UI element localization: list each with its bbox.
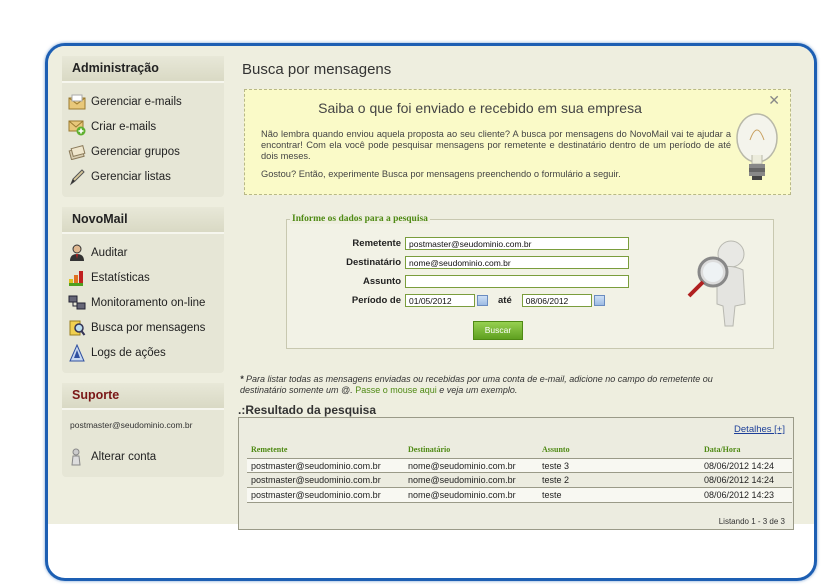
sidebar-item-label: Monitoramento on-line — [91, 296, 206, 309]
novomail-panel: NovoMail Auditar Estatísticas Monitorame… — [62, 207, 224, 373]
search-form: Informe os dados para a pesquisa Remeten… — [286, 214, 774, 349]
cell-destinatario: nome@seudominio.com.br — [408, 490, 516, 500]
support-email: postmaster@seudominio.com.br — [70, 420, 193, 430]
cell-data-hora: 08/06/2012 14:23 — [704, 490, 775, 500]
search-messages-icon — [68, 319, 86, 337]
column-header-destinatario[interactable]: Destinatário — [408, 445, 450, 454]
sidebar-item-label: Estatísticas — [91, 271, 150, 284]
sidebar-item-label: Gerenciar listas — [91, 170, 171, 183]
results-table: Detalhes [+] Remetente Destinatário Assu… — [238, 417, 794, 530]
results-rows: postmaster@seudominio.com.br nome@seudom… — [247, 458, 792, 503]
table-row[interactable]: postmaster@seudominio.com.br nome@seudom… — [247, 458, 792, 473]
assunto-label: Assunto — [363, 276, 401, 287]
cell-assunto: teste 3 — [542, 460, 570, 471]
search-button[interactable]: Buscar — [473, 321, 523, 340]
novomail-panel-title: NovoMail — [62, 207, 224, 234]
periodo-row: Período de até — [287, 294, 605, 307]
info-title: Saiba o que foi enviado e recebido em su… — [318, 100, 642, 116]
date-from-input[interactable] — [405, 294, 475, 307]
assunto-row: Assunto — [287, 275, 629, 288]
admin-panel-title: Administração — [62, 56, 224, 83]
sidebar-item-estatisticas[interactable]: Estatísticas — [68, 265, 218, 290]
sidebar: Administração Gerenciar e-mails Criar e-… — [62, 56, 224, 487]
destinatario-label: Destinatário — [346, 257, 401, 268]
sidebar-item-label: Gerenciar grupos — [91, 145, 180, 158]
cell-assunto: teste 2 — [542, 475, 570, 485]
info-text-2: Gostou? Então, experimente Busca por men… — [261, 169, 621, 179]
sidebar-item-logs[interactable]: Logs de ações — [68, 340, 218, 365]
admin-panel: Administração Gerenciar e-mails Criar e-… — [62, 56, 224, 197]
pencil-icon — [68, 168, 86, 186]
calendar-icon[interactable] — [593, 295, 605, 306]
destinatario-row: Destinatário — [287, 256, 629, 269]
cell-remetente: postmaster@seudominio.com.br — [251, 475, 381, 485]
remetente-row: Remetente — [287, 237, 629, 250]
new-email-icon — [68, 118, 86, 136]
results-title: .:Resultado da pesquisa — [238, 403, 377, 417]
note-star: * — [240, 374, 244, 384]
column-header-data-hora[interactable]: Data/Hora — [704, 445, 740, 454]
cell-data-hora: 08/06/2012 14:24 — [704, 460, 775, 471]
close-icon[interactable]: ✕ — [768, 92, 780, 109]
sidebar-item-label: Gerenciar e-mails — [91, 95, 182, 108]
sidebar-item-monitoramento[interactable]: Monitoramento on-line — [68, 290, 218, 315]
search-note: * Para listar todas as mensagens enviada… — [240, 374, 760, 396]
destinatario-input[interactable] — [405, 256, 629, 269]
app-window: Administração Gerenciar e-mails Criar e-… — [45, 43, 817, 581]
auditor-icon — [68, 244, 86, 262]
cell-destinatario: nome@seudominio.com.br — [408, 460, 516, 471]
sidebar-item-label: Criar e-mails — [91, 120, 157, 133]
cell-remetente: postmaster@seudominio.com.br — [251, 460, 381, 471]
note-text-2: e veja um exemplo. — [439, 385, 518, 395]
calendar-icon[interactable] — [477, 295, 488, 306]
sidebar-item-criar-emails[interactable]: Criar e-mails — [68, 114, 218, 139]
table-row[interactable]: postmaster@seudominio.com.br nome@seudom… — [247, 473, 792, 488]
envelope-icon — [68, 93, 86, 111]
hover-example-link[interactable]: Passe o mouse aqui — [355, 385, 437, 395]
light-bulb-icon — [732, 110, 782, 195]
cell-destinatario: nome@seudominio.com.br — [408, 475, 516, 485]
sidebar-item-busca-mensagens[interactable]: Busca por mensagens — [68, 315, 218, 340]
support-panel: Suporte postmaster@seudominio.com.br Alt… — [62, 383, 224, 477]
date-to-input[interactable] — [521, 294, 592, 307]
sidebar-item-gerenciar-listas[interactable]: Gerenciar listas — [68, 164, 218, 189]
sidebar-item-label: Auditar — [91, 246, 128, 259]
ate-label: até — [498, 295, 512, 306]
sidebar-item-label: Busca por mensagens — [91, 321, 206, 334]
column-header-remetente[interactable]: Remetente — [251, 445, 287, 454]
magnifier-figure-image — [683, 236, 761, 336]
form-legend: Informe os dados para a pesquisa — [290, 214, 430, 224]
sidebar-item-auditar[interactable]: Auditar — [68, 240, 218, 265]
remetente-input[interactable] — [405, 237, 629, 250]
periodo-label: Período de — [351, 295, 401, 306]
column-header-assunto[interactable]: Assunto — [542, 445, 570, 454]
bar-chart-icon — [68, 269, 86, 287]
sidebar-item-gerenciar-emails[interactable]: Gerenciar e-mails — [68, 89, 218, 114]
cell-assunto: teste — [542, 490, 562, 500]
support-panel-title: Suporte — [62, 383, 224, 410]
cell-data-hora: 08/06/2012 14:24 — [704, 475, 775, 485]
logs-icon — [68, 343, 86, 362]
main-content: Busca por mensagens Saiba o que foi envi… — [226, 56, 806, 530]
info-text: Não lembra quando enviou aquela proposta… — [261, 129, 731, 161]
sidebar-item-label: Logs de ações — [91, 346, 166, 359]
page-title: Busca por mensagens — [242, 61, 392, 78]
remetente-label: Remetente — [352, 238, 401, 249]
change-account-label: Alterar conta — [91, 450, 157, 463]
sidebar-item-gerenciar-grupos[interactable]: Gerenciar grupos — [68, 139, 218, 164]
cell-remetente: postmaster@seudominio.com.br — [251, 490, 381, 500]
info-box: Saiba o que foi enviado e recebido em su… — [244, 89, 791, 195]
network-icon — [68, 294, 86, 312]
details-link[interactable]: Detalhes [+] — [734, 424, 785, 435]
group-icon — [68, 143, 86, 161]
assunto-input[interactable] — [405, 275, 629, 288]
user-switch-icon — [68, 448, 86, 466]
change-account-link[interactable]: Alterar conta — [68, 444, 218, 469]
listing-count: Listando 1 - 3 de 3 — [718, 517, 785, 526]
table-row[interactable]: postmaster@seudominio.com.br nome@seudom… — [247, 488, 792, 503]
